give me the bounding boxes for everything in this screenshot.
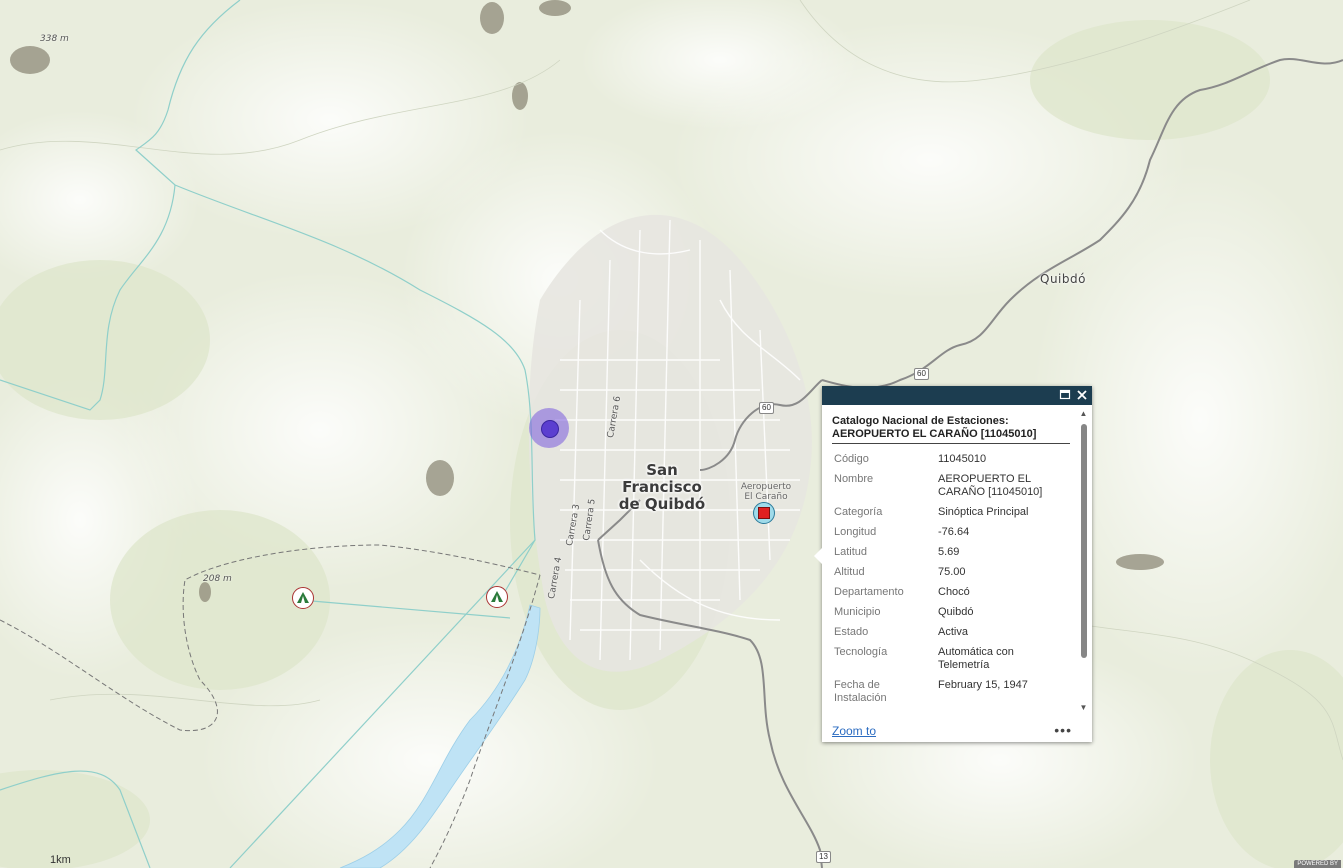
scroll-down-icon[interactable]: ▼ — [1079, 704, 1088, 712]
city-label: San Francisco de Quibdó — [604, 462, 720, 513]
attribute-value: Quibdó — [938, 606, 974, 618]
station-popup: Catalogo Nacional de Estaciones: AEROPUE… — [814, 386, 1092, 742]
maximize-icon[interactable] — [1058, 388, 1072, 402]
attribute-value: Activa — [938, 626, 968, 638]
attribute-row: Municipio Quibdó — [832, 603, 1068, 623]
attribute-value: 75.00 — [938, 566, 966, 578]
attribute-row: Latitud 5.69 — [832, 543, 1068, 563]
attribute-row: Código 11045010 — [832, 450, 1068, 470]
station-icon-selected — [758, 507, 770, 519]
tent-icon — [491, 591, 503, 602]
more-options-icon[interactable]: ••• — [1054, 722, 1072, 738]
airport-label-line2: El Caraño — [744, 492, 788, 502]
popup-footer: Zoom to ••• — [822, 722, 1092, 742]
popup-content[interactable]: Catalogo Nacional de Estaciones: AEROPUE… — [822, 405, 1092, 722]
popup-pointer — [814, 548, 822, 564]
road-shield: 60 — [759, 402, 774, 414]
attribute-label: Altitud — [834, 566, 865, 578]
basemap[interactable] — [0, 0, 1343, 868]
attribute-value: Automática con Telemetría — [938, 646, 1014, 671]
attribute-row: Estado Activa — [832, 623, 1068, 643]
station-icon — [541, 420, 559, 438]
popup-title: Catalogo Nacional de Estaciones: AEROPUE… — [832, 415, 1070, 444]
attribute-table: Código 11045010 Nombre AEROPUERTO EL CARAÑO… — [832, 450, 1068, 709]
attribute-label: Estado — [834, 626, 869, 638]
attribute-label: Categoría — [834, 506, 883, 518]
attribute-row: Departamento Chocó — [832, 583, 1068, 603]
road-shield: 13 — [816, 851, 831, 863]
elevation-label: 338 m — [40, 34, 69, 44]
popup-titlebar — [822, 386, 1092, 405]
attribute-label: Tecnología — [834, 646, 888, 658]
road-shield: 60 — [914, 368, 929, 380]
popup-scrollbar[interactable]: ▲ ▼ — [1079, 410, 1088, 712]
station-marker-quibdo[interactable] — [529, 408, 569, 448]
scroll-thumb[interactable] — [1081, 424, 1087, 658]
zoom-to-link[interactable]: Zoom to — [832, 724, 876, 738]
station-marker-aeropuerto-el-carano[interactable] — [753, 502, 775, 524]
scroll-up-icon[interactable]: ▲ — [1079, 410, 1088, 418]
attribute-label: Longitud — [834, 526, 877, 538]
attribute-value: -76.64 — [938, 526, 970, 538]
attribute-row: Tecnología Automática con Telemetría — [832, 643, 1068, 676]
airport-label-line1: Aeropuerto — [740, 482, 792, 492]
attribute-label: Código — [834, 453, 869, 465]
city-label-line1: San Francisco — [622, 461, 702, 496]
elevation-label: 208 m — [203, 574, 232, 584]
popup-title-line2: AEROPUERTO EL CARAÑO [11045010] — [832, 428, 1037, 440]
city-label-line2: de Quibdó — [618, 495, 706, 513]
attribute-label: Fecha de Instalación — [834, 679, 887, 704]
popup-title-line1: Catalogo Nacional de Estaciones: — [832, 415, 1009, 427]
camping-icon[interactable] — [486, 586, 508, 608]
attribute-row: Longitud -76.64 — [832, 523, 1068, 543]
attribute-value: Chocó — [938, 586, 970, 598]
scale-bar-label: 1km — [50, 854, 71, 866]
close-icon[interactable] — [1075, 388, 1089, 402]
attribute-value: 5.69 — [938, 546, 960, 558]
airport-label: Aeropuerto El Caraño — [733, 482, 799, 502]
attribute-row: Categoría Sinóptica Principal — [832, 503, 1068, 523]
attribution-badge[interactable]: POWERED BY — [1294, 860, 1341, 868]
attribute-row: Nombre AEROPUERTO EL CARAÑO [11045010] — [832, 470, 1068, 503]
attribute-label: Latitud — [834, 546, 868, 558]
attribute-label: Departamento — [834, 586, 904, 598]
attribute-label: Nombre — [834, 473, 874, 485]
attribute-value: February 15, 1947 — [938, 679, 1028, 691]
attribute-value: Sinóptica Principal — [938, 506, 1029, 518]
tent-icon — [297, 592, 309, 603]
attribute-row: Altitud 75.00 — [832, 563, 1068, 583]
attribute-label: Municipio — [834, 606, 881, 618]
municipality-label: Quibdó — [1040, 272, 1086, 286]
map-view[interactable]: San Francisco de Quibdó Quibdó Aeropuert… — [0, 0, 1343, 868]
attribute-row: Fecha de Instalación February 15, 1947 — [832, 676, 1068, 709]
camping-icon[interactable] — [292, 587, 314, 609]
attribute-value: AEROPUERTO EL CARAÑO [11045010] — [938, 473, 1043, 498]
attribute-value: 11045010 — [938, 453, 987, 465]
